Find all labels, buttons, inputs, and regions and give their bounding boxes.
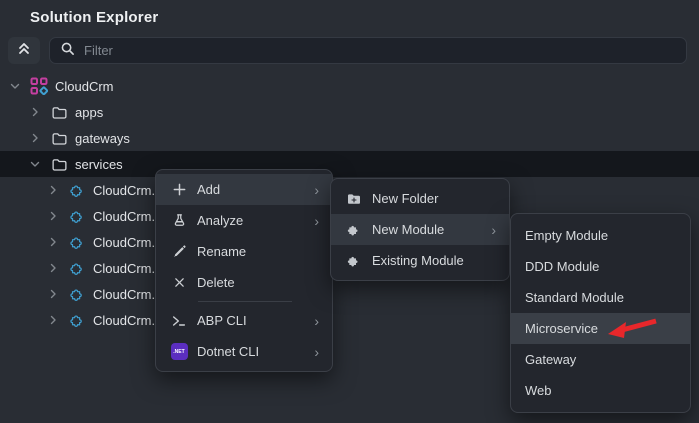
search-icon [60, 41, 75, 61]
menu-item-existing-module[interactable]: Existing Module [331, 245, 509, 276]
chevron-down-icon[interactable] [27, 156, 43, 172]
chevron-down-icon[interactable] [7, 78, 23, 94]
menu-item-add[interactable]: Add › [156, 174, 332, 205]
menu-item-new-module[interactable]: New Module › [331, 214, 509, 245]
chevron-right-icon[interactable] [27, 130, 43, 146]
submenu-chevron-icon: › [314, 183, 319, 197]
module-icon [68, 207, 86, 225]
menu-item-microservice[interactable]: Microservice [511, 313, 690, 344]
add-submenu: New Folder New Module › Existing Module [330, 178, 510, 281]
chevron-right-icon[interactable] [45, 312, 61, 328]
module-icon [68, 285, 86, 303]
tree-item-cloudcrm-root[interactable]: CloudCrm [0, 73, 699, 99]
context-menu: Add › Analyze › Rename Delete [155, 169, 333, 372]
plus-icon [169, 182, 189, 197]
tree-item-label: CloudCrm. [93, 287, 155, 302]
tree-item-label: CloudCrm. [93, 313, 155, 328]
flask-icon [169, 213, 189, 228]
chevron-right-icon[interactable] [45, 208, 61, 224]
tree-item-gateways[interactable]: gateways [0, 125, 699, 151]
dotnet-icon: .NET [169, 343, 189, 360]
menu-separator [198, 301, 292, 302]
folder-icon [50, 129, 68, 147]
menu-item-empty-module[interactable]: Empty Module [511, 220, 690, 251]
chevron-right-icon[interactable] [27, 104, 43, 120]
module-icon [68, 233, 86, 251]
menu-item-gateway[interactable]: Gateway [511, 344, 690, 375]
panel-header: Solution Explorer [0, 0, 699, 30]
module-icon [68, 181, 86, 199]
menu-item-delete[interactable]: Delete [156, 267, 332, 298]
tree-item-label: CloudCrm [55, 79, 114, 94]
menu-item-ddd-module[interactable]: DDD Module [511, 251, 690, 282]
menu-item-new-folder[interactable]: New Folder [331, 183, 509, 214]
rename-icon [169, 244, 189, 259]
module-icon [344, 222, 364, 238]
folder-icon [50, 155, 68, 173]
chevron-right-icon[interactable] [45, 286, 61, 302]
tree-item-label: CloudCrm. [93, 261, 155, 276]
solution-explorer-panel: Solution Explorer [0, 0, 699, 423]
tree-item-label: apps [75, 105, 103, 120]
page-title: Solution Explorer [30, 9, 158, 26]
chevrons-up-icon [16, 40, 32, 61]
tree-item-label: services [75, 157, 123, 172]
submenu-chevron-icon: › [314, 345, 319, 359]
menu-item-abp-cli[interactable]: ABP CLI › [156, 305, 332, 336]
folder-icon [50, 103, 68, 121]
menu-item-web[interactable]: Web [511, 375, 690, 406]
tree-item-apps[interactable]: apps [0, 99, 699, 125]
chevron-right-icon[interactable] [45, 234, 61, 250]
new-folder-icon [344, 191, 364, 207]
chevron-right-icon[interactable] [45, 182, 61, 198]
filter-box[interactable] [49, 37, 687, 64]
submenu-chevron-icon: › [491, 223, 496, 237]
chevron-right-icon[interactable] [45, 260, 61, 276]
solution-icon [30, 77, 48, 95]
close-icon [169, 276, 189, 289]
tree-item-label: CloudCrm. [93, 183, 155, 198]
new-module-submenu: Empty Module DDD Module Standard Module … [510, 213, 691, 413]
menu-item-standard-module[interactable]: Standard Module [511, 282, 690, 313]
module-icon [344, 253, 364, 269]
menu-item-rename[interactable]: Rename [156, 236, 332, 267]
filter-input[interactable] [84, 43, 676, 58]
collapse-all-button[interactable] [8, 37, 40, 64]
menu-item-analyze[interactable]: Analyze › [156, 205, 332, 236]
module-icon [68, 311, 86, 329]
tree-item-label: CloudCrm. [93, 209, 155, 224]
module-icon [68, 259, 86, 277]
terminal-icon [169, 313, 189, 329]
submenu-chevron-icon: › [314, 314, 319, 328]
tree-item-label: gateways [75, 131, 130, 146]
tree-item-label: CloudCrm. [93, 235, 155, 250]
menu-item-dotnet-cli[interactable]: .NET Dotnet CLI › [156, 336, 332, 367]
submenu-chevron-icon: › [314, 214, 319, 228]
tree-item-services[interactable]: services [0, 151, 699, 177]
toolbar [8, 37, 687, 64]
